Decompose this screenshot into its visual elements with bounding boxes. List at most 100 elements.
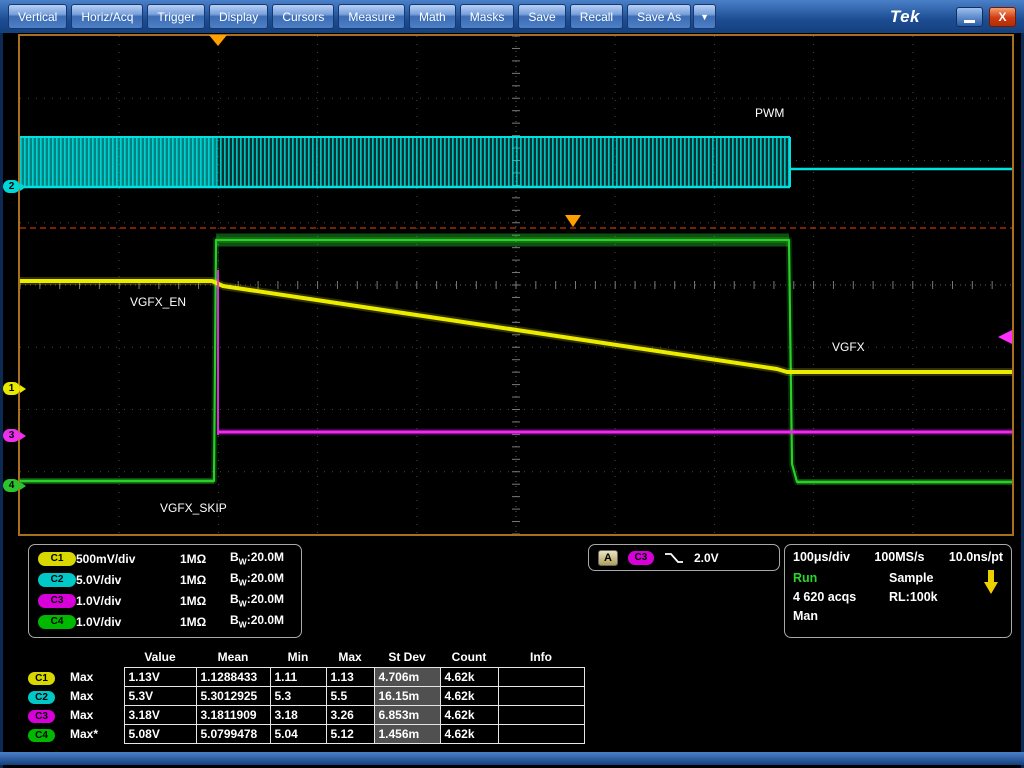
- trace-label-vgfx-skip: VGFX_SKIP: [160, 501, 227, 515]
- channel-marker-arrow-icon: [20, 431, 26, 440]
- meas-cell: 3.18: [269, 705, 327, 725]
- meas-header-info: Info: [530, 650, 552, 664]
- meas-cell: 5.3V: [123, 686, 197, 706]
- meas-channel-badge: C4: [28, 728, 55, 742]
- trace-label-vgfx-en: VGFX_EN: [130, 295, 186, 309]
- trigger-mode-row: Man: [793, 606, 1003, 625]
- bw-value: :20.0M: [246, 613, 285, 628]
- menu-button-measure[interactable]: Measure: [338, 4, 406, 29]
- menubar: Vertical Horiz/Acq Trigger Display Cursors Me…: [0, 0, 1024, 33]
- meas-cell: 1.13: [325, 667, 375, 687]
- trace-label-vgfx: VGFX: [832, 340, 865, 354]
- meas-cell: [497, 686, 585, 706]
- channel-marker-arrow-icon: [20, 481, 26, 490]
- menu-button-math[interactable]: Math: [409, 4, 456, 29]
- meas-header-mean: Mean: [217, 650, 249, 664]
- meas-header-st-dev: St Dev: [388, 650, 426, 664]
- trace-c2_pwm: [20, 136, 1012, 189]
- channel-readouts: C1 500mV/div 1MΩ BW:20.0M C2 5.0V/div 1MΩ BW:20…: [28, 544, 302, 638]
- measurement-row-c2: C2 Max 5.3V 5.3012925 5.3 5.5 16.15m 4.62k: [28, 686, 585, 706]
- channel-impedance: 1MΩ: [180, 572, 207, 587]
- channel-scale: 1.0V/div: [76, 593, 122, 608]
- bw-prefix: B: [230, 550, 239, 565]
- meas-name: Max: [70, 708, 94, 722]
- menu-button-masks[interactable]: Masks: [459, 4, 515, 29]
- meas-cell: 5.04: [269, 724, 327, 744]
- menu-button-trigger[interactable]: Trigger: [147, 4, 205, 29]
- trigger-level: 2.0V: [693, 550, 719, 565]
- menu-button-cursors[interactable]: Cursors: [272, 4, 335, 29]
- channel-badge-c1[interactable]: C1: [38, 551, 76, 566]
- bw-prefix: B: [230, 592, 239, 607]
- menu-button-vertical[interactable]: Vertical: [8, 4, 68, 29]
- timebase: 100μs/div: [793, 550, 850, 564]
- measurement-table: Value Mean Min Max St Dev Count Info C1 Max 1.13…: [28, 648, 585, 744]
- channel-position-marker-1[interactable]: 1: [3, 382, 26, 395]
- channel-bandwidth: BW:20.0M: [230, 571, 292, 587]
- channel-bandwidth: BW:20.0M: [230, 592, 292, 608]
- channel-position-marker-3[interactable]: 3: [3, 429, 26, 442]
- minimize-button[interactable]: [956, 6, 983, 27]
- meas-name: Max*: [70, 727, 99, 741]
- menu-button-recall[interactable]: Recall: [569, 4, 624, 29]
- acq-count-row: 4 620 acqs RL:100k: [793, 587, 1003, 606]
- channel-marker-pill: 3: [3, 429, 20, 442]
- cursor-arrow-marker[interactable]: [998, 330, 1012, 344]
- waveform-display[interactable]: PWM VGFX_EN VGFX VGFX_SKIP: [18, 34, 1014, 536]
- trace-c3: [217, 270, 1012, 436]
- trigger-position-marker[interactable]: [209, 35, 227, 46]
- resolution: 10.0ns/pt: [948, 550, 1003, 564]
- channel-impedance: 1MΩ: [180, 593, 207, 608]
- trigger-a-badge[interactable]: A: [598, 549, 618, 566]
- channel-marker-pill: 2: [3, 180, 20, 193]
- close-button[interactable]: X: [989, 6, 1016, 27]
- meas-header-count: Count: [451, 650, 487, 664]
- meas-cell: 1.1288433: [195, 667, 271, 687]
- channel-position-marker-4[interactable]: 4: [3, 479, 26, 492]
- channel-marker-pill: 1: [3, 382, 20, 395]
- meas-cell: 5.08V: [123, 724, 197, 744]
- menubar-buttons: Vertical Horiz/Acq Trigger Display Cursors Me…: [8, 4, 692, 29]
- meas-channel-badge: C2: [28, 690, 55, 704]
- arrow-down-icon[interactable]: [983, 569, 999, 595]
- measurement-row-c1: C1 Max 1.13V 1.1288433 1.11 1.13 4.706m 4.62k: [28, 667, 585, 687]
- meas-cell: 3.26: [325, 705, 375, 725]
- measurement-tbody: C1 Max 1.13V 1.1288433 1.11 1.13 4.706m 4.62k C2…: [28, 667, 585, 744]
- meas-cell: 3.18V: [123, 705, 197, 725]
- channel-badge-c3[interactable]: C3: [38, 593, 76, 608]
- oscilloscope-app: Vertical Horiz/Acq Trigger Display Cursors Me…: [0, 0, 1024, 768]
- menu-dropdown-button[interactable]: ▼: [693, 4, 717, 29]
- minimize-icon: [964, 19, 975, 23]
- channel-bandwidth: BW:20.0M: [230, 613, 292, 629]
- meas-header-value: Value: [144, 650, 176, 664]
- meas-cell: 5.12: [325, 724, 375, 744]
- channel-scale: 1.0V/div: [76, 614, 122, 629]
- menu-button-save[interactable]: Save: [518, 4, 566, 29]
- channel-bandwidth: BW:20.0M: [230, 550, 292, 566]
- channel-badge-c4[interactable]: C4: [38, 614, 76, 629]
- bw-value: :20.0M: [246, 571, 285, 586]
- meas-header-min: Min: [287, 650, 309, 664]
- meas-name: Max: [70, 670, 94, 684]
- channel-position-marker-2[interactable]: 2: [3, 180, 26, 193]
- channel-readout-c2: C2 5.0V/div 1MΩ BW:20.0M: [29, 569, 301, 590]
- meas-cell: [497, 724, 585, 744]
- meas-cell: 4.62k: [439, 705, 499, 725]
- trigger-level-marker[interactable]: [565, 215, 581, 227]
- channel-marker-pill: 4: [3, 479, 20, 492]
- menu-button-horiz-acq[interactable]: Horiz/Acq: [71, 4, 144, 29]
- bw-sub: W: [238, 598, 247, 609]
- meas-cell: 5.3012925: [195, 686, 271, 706]
- meas-cell: [497, 705, 585, 725]
- channel-marker-arrow-icon: [20, 384, 26, 393]
- waveform-svg: PWM VGFX_EN VGFX VGFX_SKIP: [19, 35, 1012, 535]
- channel-impedance: 1MΩ: [180, 551, 207, 566]
- trigger-source-badge[interactable]: C3: [627, 550, 654, 565]
- menu-button-display[interactable]: Display: [208, 4, 269, 29]
- menu-button-save-as[interactable]: Save As: [627, 4, 692, 29]
- meas-cell: 5.5: [325, 686, 375, 706]
- meas-cell: 1.11: [269, 667, 327, 687]
- channel-badge-c2[interactable]: C2: [38, 572, 76, 587]
- acq-count: 4 620 acqs: [793, 589, 857, 604]
- channel-impedance: 1MΩ: [180, 614, 207, 629]
